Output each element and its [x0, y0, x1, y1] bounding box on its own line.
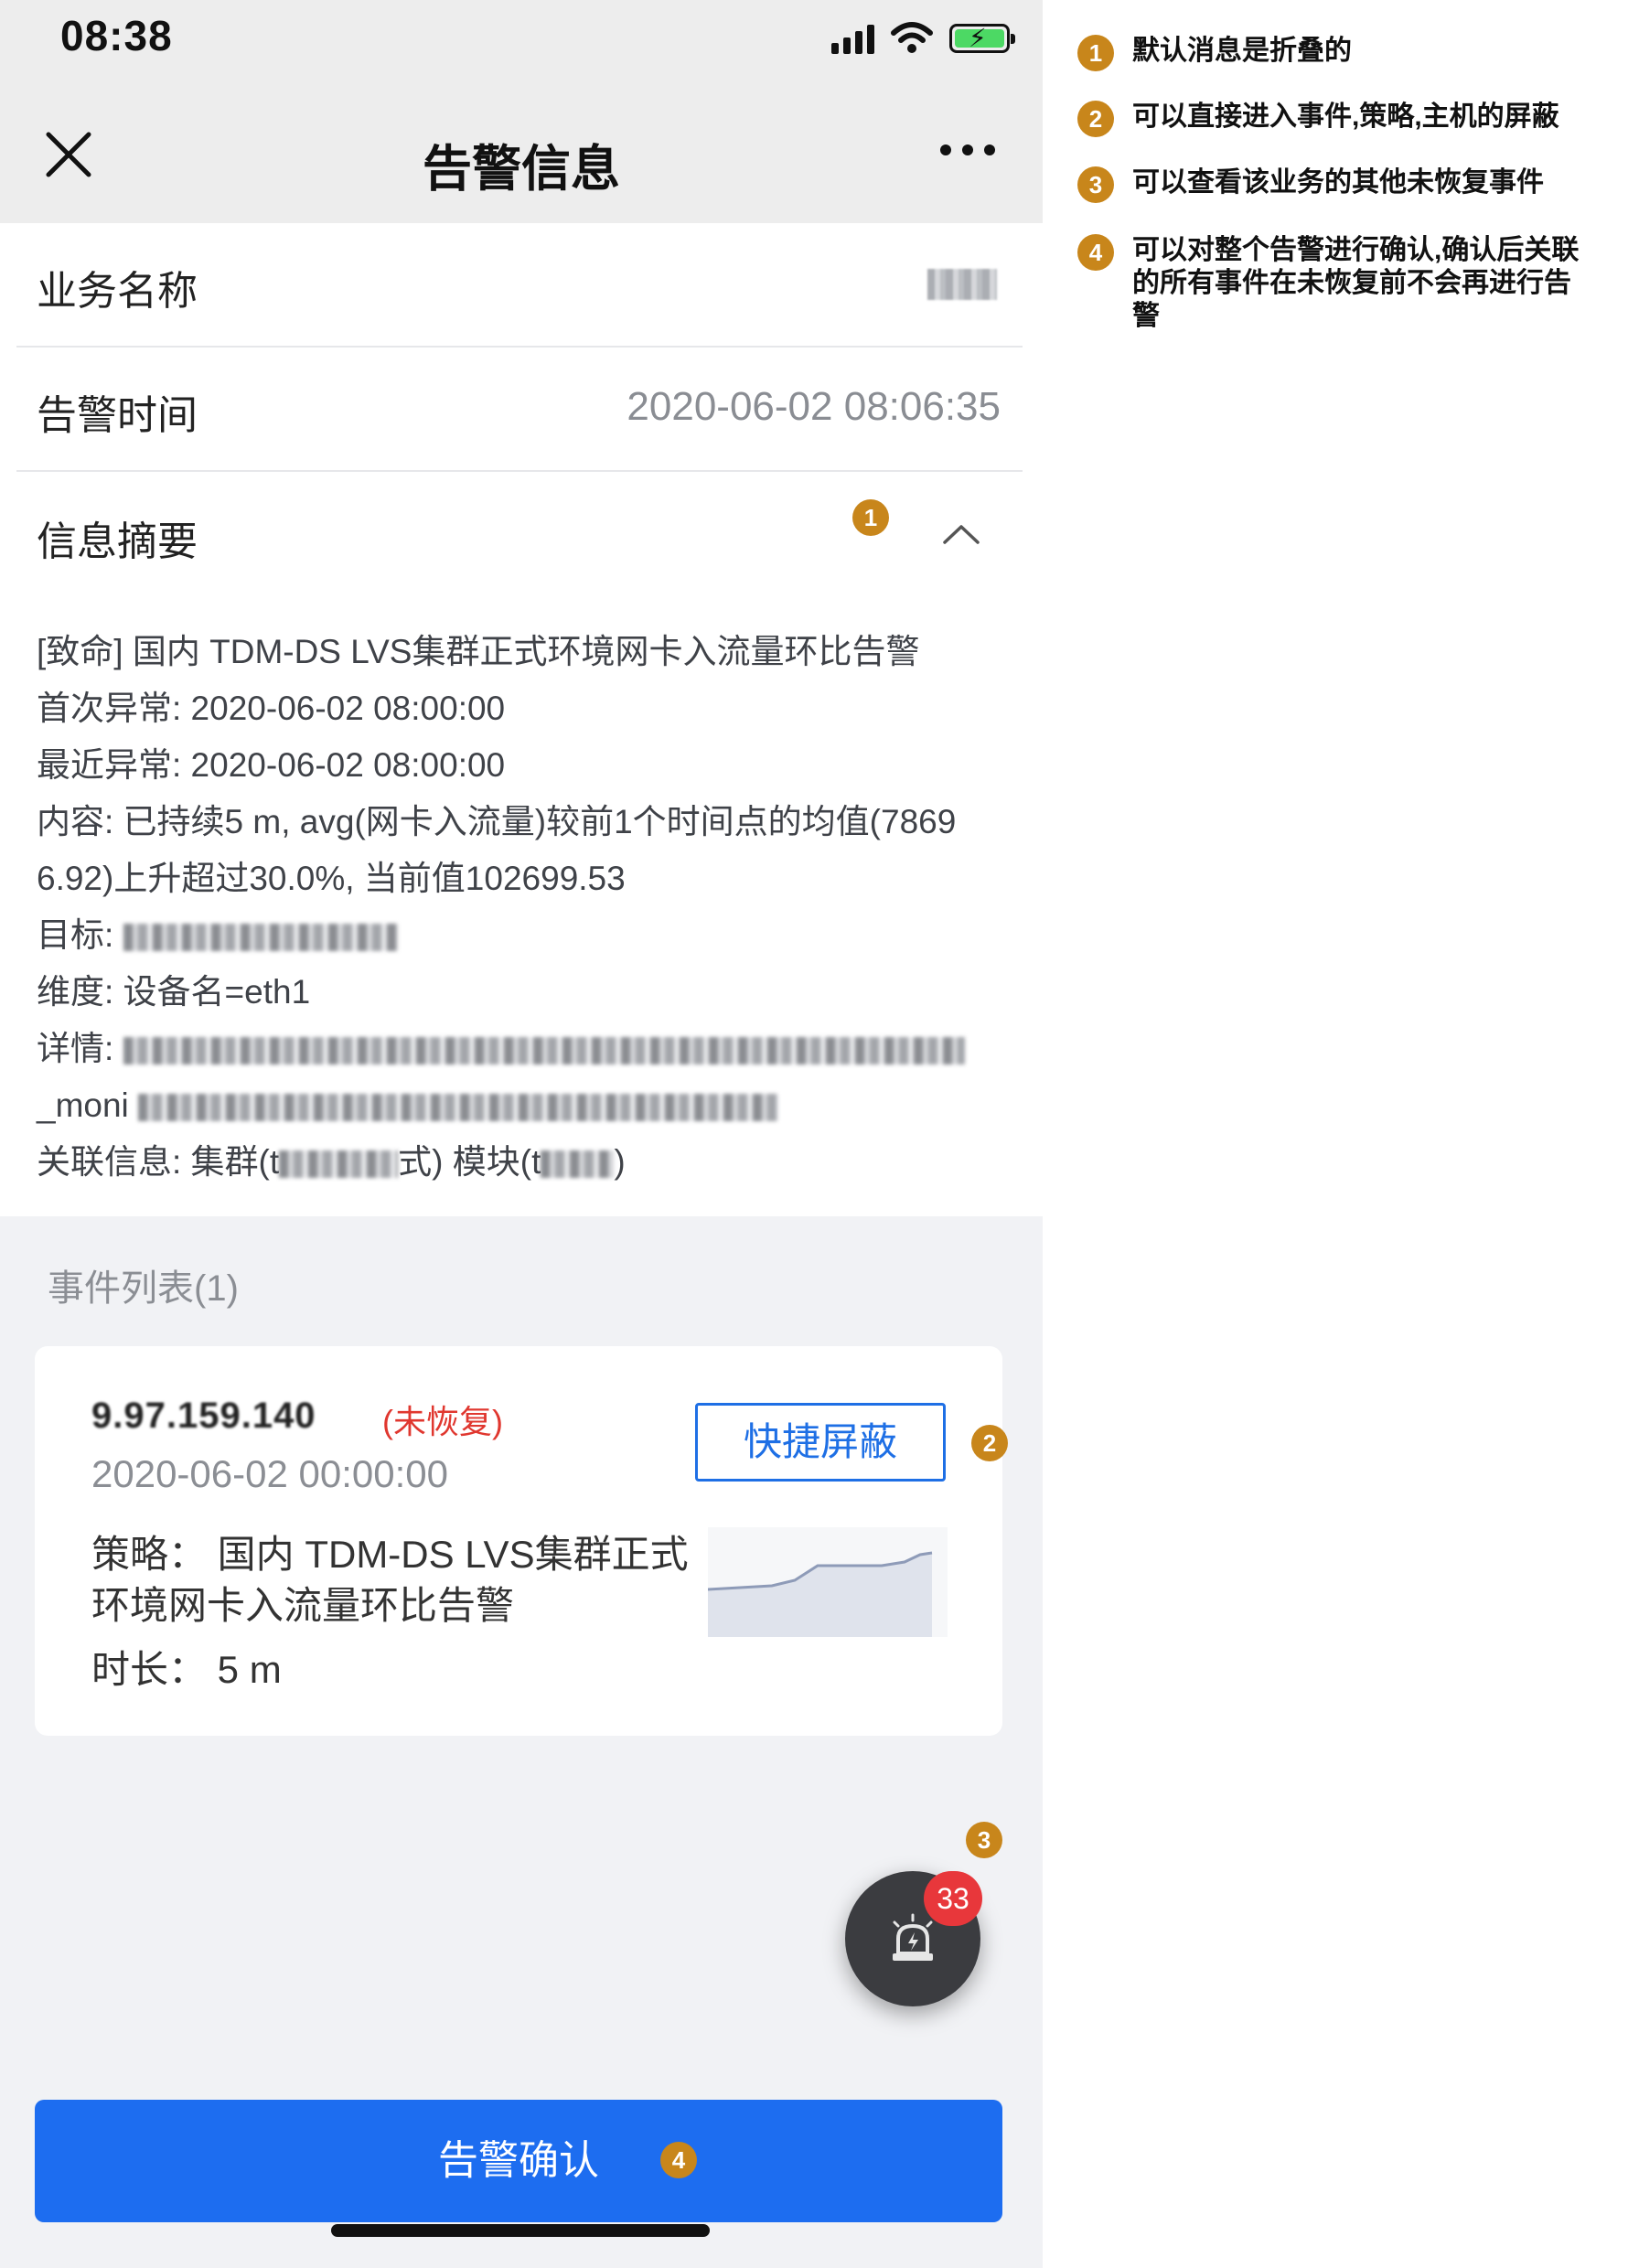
note-1-text: 默认消息是折叠的 [1132, 36, 1352, 66]
traffic-sparkline [708, 1527, 948, 1637]
nav-bar: 告警信息 [0, 80, 1043, 223]
cluster-redacted [279, 1150, 399, 1179]
signal-icon [831, 23, 874, 54]
business-name-label: 业务名称 [37, 269, 198, 314]
fab-count-badge: 33 [924, 1871, 982, 1926]
event-duration: 时长： 5 m [91, 1648, 282, 1691]
detail-url-redacted-2[interactable] [138, 1094, 779, 1122]
battery-icon: ⚡ [949, 24, 1015, 53]
alert-info-card: 业务名称 告警时间 2020-06-02 08:06:35 信息摘要 1 [致命… [0, 223, 1043, 1216]
summary-line-dimension: 维度: 设备名=eth1 [37, 973, 311, 1011]
related-prefix: 关联信息: 集群(t [37, 1143, 280, 1181]
unrecovered-events-fab[interactable]: 33 [845, 1871, 982, 2006]
event-time: 2020-06-02 00:00:00 [91, 1452, 448, 1495]
status-icons: ⚡ [831, 20, 1015, 57]
target-redacted [123, 924, 398, 952]
summary-line-title: [致命] 国内 TDM-DS LVS集群正式环境网卡入流量环比告警 [37, 633, 920, 670]
note-3: 3 可以查看该业务的其他未恢复事件 [1077, 166, 1590, 203]
summary-header[interactable]: 信息摘要 1 [16, 472, 1023, 591]
note-4-number: 4 [1077, 234, 1114, 271]
alert-time-row: 告警时间 2020-06-02 08:06:35 [16, 348, 1023, 472]
summary-line-related: 关联信息: 集群(t 式) 模块(t) [37, 1134, 1006, 1191]
siren-icon [893, 1913, 933, 1961]
detail-tail: _moni [37, 1086, 129, 1124]
summary-text: [致命] 国内 TDM-DS LVS集群正式环境网卡入流量环比告警 首次异常: … [37, 624, 1006, 1191]
status-bar: 08:38 ⚡ [0, 0, 1043, 80]
summary-line-first: 首次异常: 2020-06-02 08:00:00 [37, 690, 506, 727]
wifi-icon [891, 22, 933, 53]
screen: 08:38 ⚡ 告警信息 业务名称 告警时间 2020-06-02 08:06:… [0, 0, 1628, 2268]
summary-line-detail-cont: _moni [37, 1077, 1006, 1134]
related-suffix: ) [614, 1143, 626, 1181]
detail-url-redacted[interactable] [123, 1037, 965, 1065]
more-icon[interactable] [940, 144, 995, 155]
quick-shield-button[interactable]: 快捷屏蔽 [695, 1403, 946, 1482]
target-label: 目标: [37, 916, 114, 954]
marker-4: 4 [660, 2142, 697, 2178]
page-title: 告警信息 [423, 142, 620, 197]
module-redacted [541, 1150, 615, 1179]
note-4: 4 可以对整个告警进行确认,确认后关联的所有事件在未恢复前不会再进行告警 [1077, 234, 1590, 333]
summary-line-target: 目标: [37, 907, 1006, 964]
event-host-ip: 9.97.159.140 [91, 1396, 316, 1436]
chevron-up-icon[interactable] [942, 523, 980, 545]
detail-label: 详情: [37, 1030, 114, 1067]
event-status: (未恢复) [382, 1403, 503, 1440]
note-3-number: 3 [1077, 166, 1114, 203]
alert-time-value: 2020-06-02 08:06:35 [627, 384, 1001, 429]
note-2-text: 可以直接进入事件,策略,主机的屏蔽 [1132, 102, 1559, 132]
home-indicator [331, 2224, 710, 2237]
related-mid: 式) 模块(t [398, 1143, 541, 1181]
summary-line-content: 内容: 已持续5 m, avg(网卡入流量)较前1个时间点的均值(7869 [37, 803, 957, 840]
phone-screen: 08:38 ⚡ 告警信息 业务名称 告警时间 2020-06-02 08:06:… [0, 0, 1043, 2268]
event-card[interactable]: 9.97.159.140 (未恢复) 2020-06-02 00:00:00 快… [35, 1346, 1002, 1736]
business-name-value-redacted [927, 269, 997, 300]
event-list-title: 事件列表(1) [48, 1268, 239, 1309]
note-4-text: 可以对整个告警进行确认,确认后关联的所有事件在未恢复前不会再进行告警 [1132, 235, 1580, 331]
note-2: 2 可以直接进入事件,策略,主机的屏蔽 [1077, 101, 1590, 137]
event-policy: 策略： 国内 TDM-DS LVS集群正式环境网卡入流量环比告警 [91, 1533, 689, 1627]
summary-line-detail: 详情: [37, 1021, 1006, 1077]
marker-3: 3 [966, 1822, 1002, 1858]
note-1-number: 1 [1077, 35, 1114, 71]
marker-1: 1 [852, 499, 889, 536]
annotation-notes: 1 默认消息是折叠的 2 可以直接进入事件,策略,主机的屏蔽 3 可以查看该业务… [1043, 0, 1628, 2268]
business-name-row: 业务名称 [16, 223, 1023, 348]
summary-label: 信息摘要 [37, 519, 198, 564]
note-2-number: 2 [1077, 101, 1114, 137]
alert-confirm-button[interactable]: 告警确认 [35, 2100, 1002, 2222]
note-1: 1 默认消息是折叠的 [1077, 35, 1590, 71]
summary-line-latest: 最近异常: 2020-06-02 08:00:00 [37, 746, 506, 784]
marker-2: 2 [971, 1425, 1008, 1461]
summary-line-content-cont: 6.92)上升超过30.0%, 当前值102699.53 [37, 860, 626, 897]
status-time: 08:38 [60, 12, 173, 59]
alert-time-label: 告警时间 [37, 393, 198, 438]
note-3-text: 可以查看该业务的其他未恢复事件 [1132, 167, 1544, 198]
